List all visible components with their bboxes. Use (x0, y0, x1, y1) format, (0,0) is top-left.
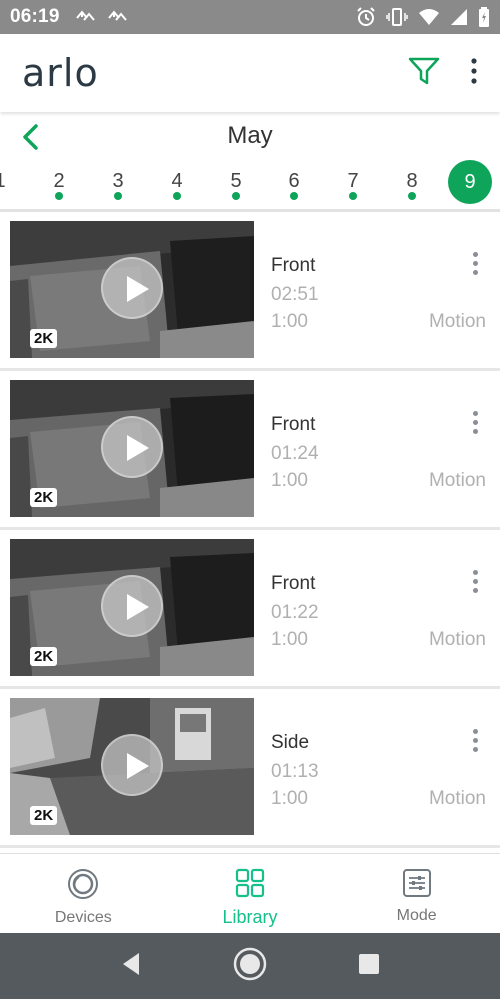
day-3[interactable]: 3 (98, 158, 138, 210)
nav-library[interactable]: Library (167, 854, 334, 933)
day-5[interactable]: 5 (216, 158, 256, 210)
day-2[interactable]: 2 (39, 158, 79, 210)
more-vert-icon[interactable] (470, 57, 478, 89)
activity-dot (173, 192, 181, 200)
system-nav-bar (0, 933, 500, 999)
activity-dot (114, 192, 122, 200)
clip-row[interactable]: 2K Front 02:51 1:00 Motion (0, 212, 500, 371)
activity-dot (349, 192, 357, 200)
bottom-nav: Devices Library Mode (0, 853, 500, 933)
clip-menu-icon[interactable] (469, 729, 481, 755)
clip-row[interactable]: 2K Side 01:13 1:00 Motion (0, 689, 500, 848)
clip-time: 01:22 (271, 602, 319, 623)
resolution-badge: 2K (30, 329, 58, 348)
filter-icon[interactable] (408, 56, 440, 91)
arlo-logo: arlo (22, 51, 99, 95)
day-strip: 1 2 3 4 5 6 7 8 9 (0, 158, 500, 210)
clip-time: 01:24 (271, 443, 319, 464)
trigger-type: Motion (428, 629, 486, 650)
camera-name: Front (271, 414, 316, 435)
activity-dot (232, 192, 240, 200)
clip-duration: 1:00 (271, 470, 308, 491)
day-7[interactable]: 7 (333, 158, 373, 210)
status-time: 06:19 (10, 6, 60, 27)
back-arrow-icon[interactable] (16, 122, 46, 152)
vibrate-icon (386, 7, 408, 27)
resolution-badge: 2K (30, 488, 58, 507)
nav-devices[interactable]: Devices (0, 854, 167, 933)
resolution-badge: 2K (30, 647, 58, 666)
day-1[interactable]: 1 (0, 158, 20, 210)
month-header: May (0, 116, 500, 156)
activity-dot (290, 192, 298, 200)
clip-menu-icon[interactable] (469, 252, 481, 278)
day-6[interactable]: 6 (274, 158, 314, 210)
grid-icon (235, 868, 265, 903)
clip-menu-icon[interactable] (469, 411, 481, 437)
play-icon[interactable] (101, 416, 163, 478)
sync-icon (106, 8, 128, 26)
resolution-badge: 2K (30, 806, 58, 825)
clip-duration: 1:00 (271, 788, 308, 809)
clip-time: 02:51 (271, 284, 319, 305)
alarm-icon (356, 7, 376, 27)
month-title: May (227, 122, 273, 149)
battery-icon (478, 7, 490, 27)
trigger-type: Motion (428, 311, 486, 332)
sync-icon (74, 8, 96, 26)
play-icon[interactable] (101, 575, 163, 637)
day-8[interactable]: 8 (392, 158, 432, 210)
play-icon[interactable] (101, 734, 163, 796)
clip-thumbnail[interactable]: 2K (10, 698, 254, 835)
clip-menu-icon[interactable] (469, 570, 481, 596)
app-bar: arlo (0, 34, 500, 112)
clip-thumbnail[interactable]: 2K (10, 380, 254, 517)
clip-list: 2K Front 02:51 1:00 Motion 2K Front 01:2… (0, 212, 500, 848)
back-nav-icon[interactable] (119, 951, 143, 982)
mode-icon (402, 868, 432, 903)
nav-mode[interactable]: Mode (333, 854, 500, 933)
play-icon[interactable] (101, 257, 163, 319)
clip-row[interactable]: 2K Front 01:22 1:00 Motion (0, 530, 500, 689)
clip-time: 01:13 (271, 761, 319, 782)
activity-dot (55, 192, 63, 200)
clip-duration: 1:00 (271, 311, 308, 332)
trigger-type: Motion (428, 470, 486, 491)
nav-devices-label: Devices (54, 909, 112, 926)
devices-icon (67, 868, 99, 905)
signal-icon (450, 8, 468, 26)
home-nav-icon[interactable] (233, 947, 267, 986)
day-4[interactable]: 4 (157, 158, 197, 210)
nav-library-label: Library (222, 907, 278, 927)
camera-name: Front (271, 573, 316, 594)
nav-mode-label: Mode (396, 907, 437, 924)
clip-row[interactable]: 2K Front 01:24 1:00 Motion (0, 371, 500, 530)
recents-nav-icon[interactable] (357, 952, 381, 981)
clip-thumbnail[interactable]: 2K (10, 539, 254, 676)
wifi-icon (418, 8, 440, 26)
camera-name: Side (271, 732, 310, 753)
status-bar: 06:19 (0, 0, 500, 34)
trigger-type: Motion (428, 788, 486, 809)
camera-name: Front (271, 255, 316, 276)
activity-dot (408, 192, 416, 200)
clip-duration: 1:00 (271, 629, 308, 650)
day-9-selected[interactable]: 9 (448, 158, 492, 210)
clip-thumbnail[interactable]: 2K (10, 221, 254, 358)
